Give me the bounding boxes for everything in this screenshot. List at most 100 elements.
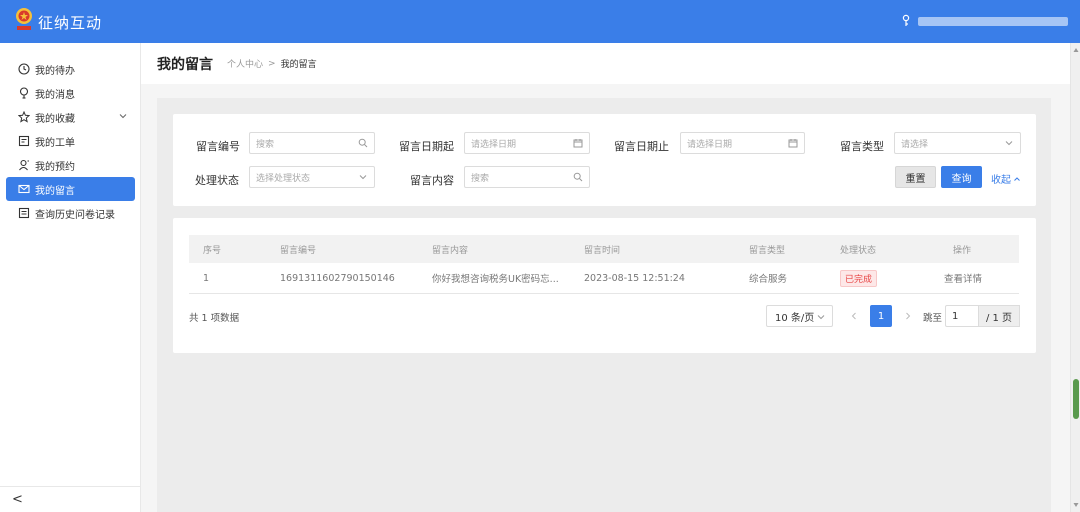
row-status-cell: 已完成	[840, 263, 878, 293]
user-name-redacted	[918, 16, 1068, 26]
col-content: 留言内容	[432, 245, 469, 256]
breadcrumb-separator: >	[268, 58, 276, 69]
msg-type-select[interactable]: 请选择	[894, 132, 1021, 154]
page-scrollbar[interactable]	[1070, 43, 1080, 512]
person-icon	[17, 159, 30, 172]
col-time: 留言时间	[584, 245, 621, 256]
date-from-picker[interactable]: 请选择日期	[464, 132, 590, 154]
ticket-icon	[17, 135, 30, 148]
date-from-placeholder: 请选择日期	[471, 139, 517, 150]
breadcrumb-current: 我的留言	[280, 60, 317, 70]
total-count: 共 1 项数据	[189, 313, 240, 324]
reset-button[interactable]: 重置	[895, 166, 936, 188]
sidebar-item-tickets[interactable]: 我的工单	[6, 129, 135, 153]
content-label: 留言内容	[410, 174, 454, 187]
sidebar-item-todo[interactable]: 我的待办	[6, 57, 135, 81]
chevron-down-icon	[817, 315, 825, 320]
next-page-icon[interactable]	[904, 311, 912, 321]
bulb-icon	[17, 87, 30, 100]
chevron-left-icon: <	[12, 492, 23, 507]
content-input[interactable]: 搜索	[464, 166, 590, 188]
star-icon	[17, 111, 30, 124]
calendar-icon	[788, 139, 798, 148]
filter-panel: 留言编号 搜索 留言日期起 请选择日期 留言日期止 请选择日期 留言类型 请选择…	[173, 114, 1036, 206]
table-header: 序号 留言编号 留言内容 留言时间 留言类型 处理状态 操作	[189, 235, 1019, 263]
table-row: 1 1691311602790150146 你好我想咨询税务UK密码忘... 2…	[189, 263, 1019, 294]
app-title: 征纳互动	[38, 14, 103, 32]
sidebar-menu: 我的待办 我的消息 我的收藏 我的工单 我的预约 我的留言 查询历史问卷记录	[0, 43, 140, 225]
search-icon	[358, 138, 368, 148]
status-badge: 已完成	[840, 269, 878, 287]
sidebar-item-favorites[interactable]: 我的收藏	[6, 105, 135, 129]
query-button[interactable]: 查询	[941, 166, 982, 188]
row-type: 综合服务	[749, 274, 788, 285]
sidebar-item-label: 我的收藏	[35, 113, 75, 125]
col-action: 操作	[953, 245, 972, 256]
chevron-up-icon	[1014, 176, 1020, 181]
date-to-picker[interactable]: 请选择日期	[680, 132, 805, 154]
page-header: 我的留言 个人中心 > 我的留言	[141, 43, 1070, 84]
mail-icon	[17, 183, 30, 196]
prev-page-icon[interactable]	[850, 311, 858, 321]
col-msg-no: 留言编号	[280, 245, 317, 256]
date-from-label: 留言日期起	[399, 140, 454, 153]
row-content: 你好我想咨询税务UK密码忘...	[432, 274, 559, 285]
breadcrumb: 个人中心 > 我的留言	[227, 57, 317, 71]
msg-type-placeholder: 请选择	[901, 139, 929, 150]
col-index: 序号	[203, 245, 222, 256]
sidebar-item-label: 我的消息	[35, 89, 75, 101]
chevron-down-icon	[1005, 141, 1013, 146]
scroll-down-icon[interactable]	[1073, 502, 1079, 508]
page-title: 我的留言	[157, 56, 213, 73]
breadcrumb-parent[interactable]: 个人中心	[227, 57, 263, 70]
total-pages: / 1 页	[979, 305, 1020, 327]
col-status: 处理状态	[840, 245, 877, 256]
jump-page-input[interactable]: 1	[945, 305, 979, 327]
sidebar-item-label: 我的工单	[35, 137, 75, 149]
content-placeholder: 搜索	[471, 173, 490, 184]
sidebar-item-my-messages[interactable]: 我的留言	[6, 177, 135, 201]
sidebar: 我的待办 我的消息 我的收藏 我的工单 我的预约 我的留言 查询历史问卷记录 <	[0, 43, 141, 512]
survey-icon	[17, 207, 30, 220]
messages-table: 序号 留言编号 留言内容 留言时间 留言类型 处理状态 操作 1 1691311…	[189, 235, 1019, 294]
sidebar-collapse-button[interactable]: <	[0, 486, 140, 512]
page-1-button[interactable]: 1	[870, 305, 892, 327]
view-details-link[interactable]: 查看详情	[944, 263, 982, 293]
status-select[interactable]: 选择处理状态	[249, 166, 375, 188]
page-size-value: 10 条/页	[775, 312, 815, 324]
top-bar: 征纳互动	[0, 0, 1080, 43]
msg-no-label: 留言编号	[196, 140, 240, 153]
row-msg-no: 1691311602790150146	[280, 272, 395, 284]
collapse-filters-link[interactable]: 收起	[991, 171, 1021, 186]
status-label: 处理状态	[195, 174, 239, 187]
sidebar-item-survey-history[interactable]: 查询历史问卷记录	[6, 201, 135, 225]
search-icon	[573, 172, 583, 182]
tax-emblem-logo	[16, 8, 32, 30]
calendar-icon	[573, 139, 583, 148]
msg-no-input[interactable]: 搜索	[249, 132, 375, 154]
jump-label: 跳至	[923, 313, 943, 324]
sidebar-item-label: 我的待办	[35, 65, 75, 77]
row-time: 2023-08-15 12:51:24	[584, 272, 685, 284]
msg-type-label: 留言类型	[840, 140, 884, 153]
status-placeholder: 选择处理状态	[256, 173, 311, 184]
date-to-placeholder: 请选择日期	[687, 139, 733, 150]
page-size-select[interactable]: 10 条/页	[766, 305, 833, 327]
sidebar-item-appointments[interactable]: 我的预约	[6, 153, 135, 177]
date-to-label: 留言日期止	[614, 140, 669, 153]
sidebar-item-label: 查询历史问卷记录	[35, 209, 115, 221]
key-icon	[902, 14, 910, 26]
user-menu[interactable]	[902, 13, 1068, 29]
sidebar-item-label: 我的预约	[35, 161, 75, 173]
chevron-down-icon[interactable]	[119, 112, 127, 120]
msg-no-placeholder: 搜索	[256, 139, 275, 150]
chevron-down-icon	[359, 175, 367, 180]
col-type: 留言类型	[749, 245, 786, 256]
scroll-thumb[interactable]	[1073, 379, 1079, 419]
clock-icon	[17, 63, 30, 76]
results-panel: 序号 留言编号 留言内容 留言时间 留言类型 处理状态 操作 1 1691311…	[173, 218, 1036, 353]
sidebar-item-messages[interactable]: 我的消息	[6, 81, 135, 105]
scroll-up-icon[interactable]	[1073, 47, 1079, 53]
row-index: 1	[203, 272, 210, 284]
collapse-label: 收起	[991, 175, 1011, 186]
